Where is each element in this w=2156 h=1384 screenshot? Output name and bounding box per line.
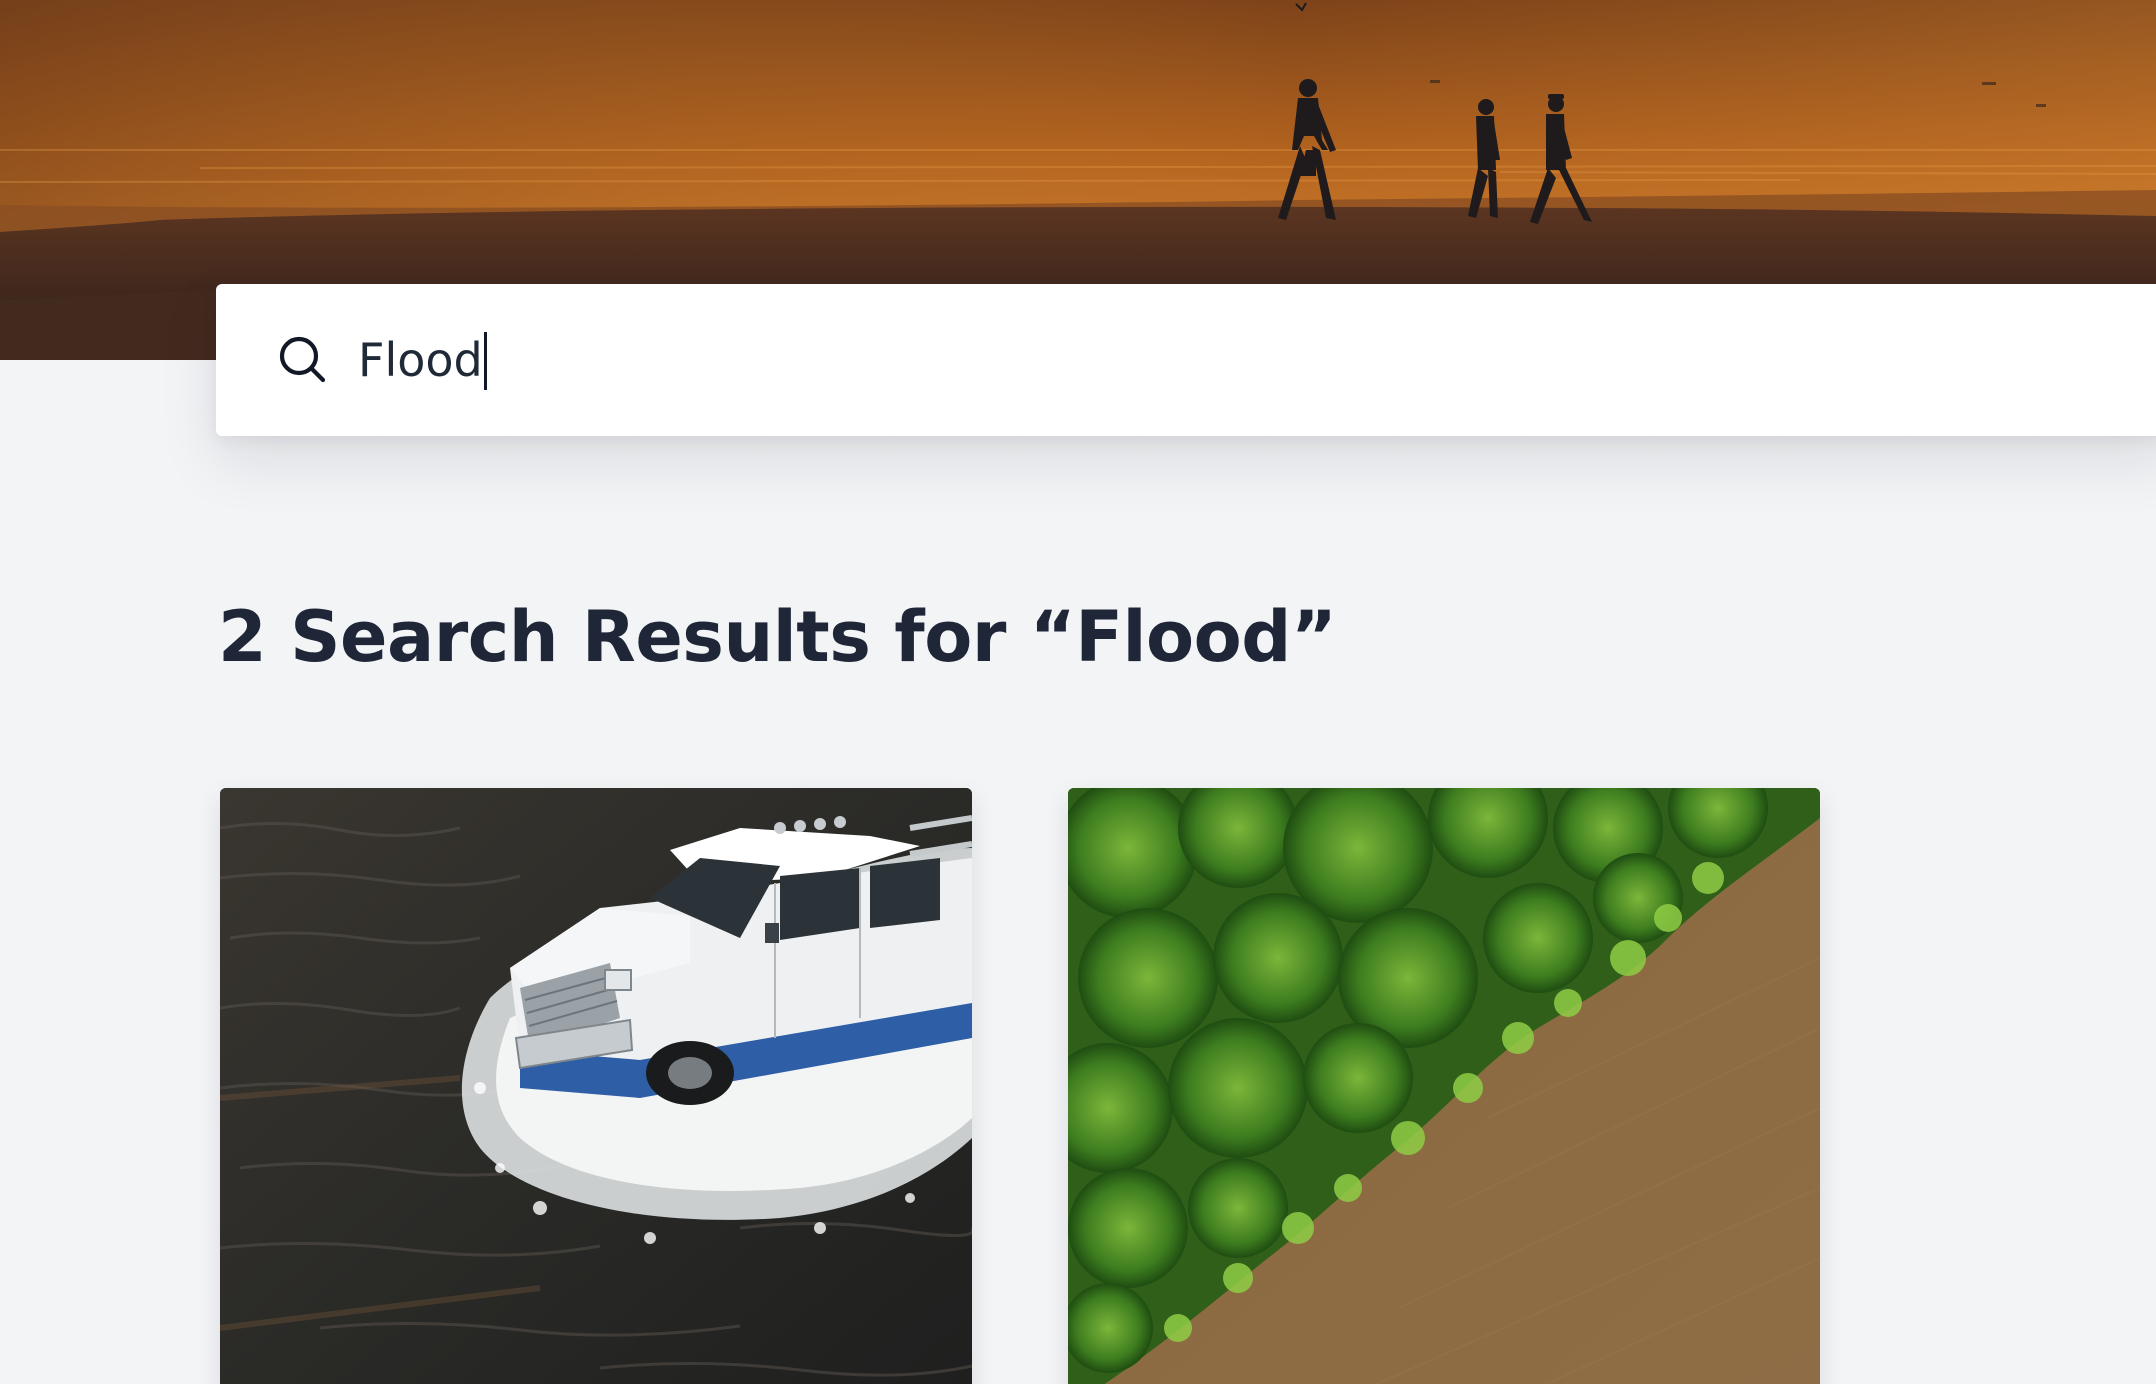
aerial-river-image <box>1068 788 1820 1384</box>
truck-flood-image <box>220 788 972 1384</box>
result-card-truck-flood[interactable] <box>220 788 972 1384</box>
page: 2 Search Results for “Flood” <box>0 0 2156 1384</box>
text-caret <box>484 332 487 390</box>
search-input[interactable] <box>358 318 2058 402</box>
result-card-aerial-river[interactable] <box>1068 788 1820 1384</box>
search-icon[interactable] <box>278 335 328 385</box>
results-heading: 2 Search Results for “Flood” <box>218 596 1337 678</box>
